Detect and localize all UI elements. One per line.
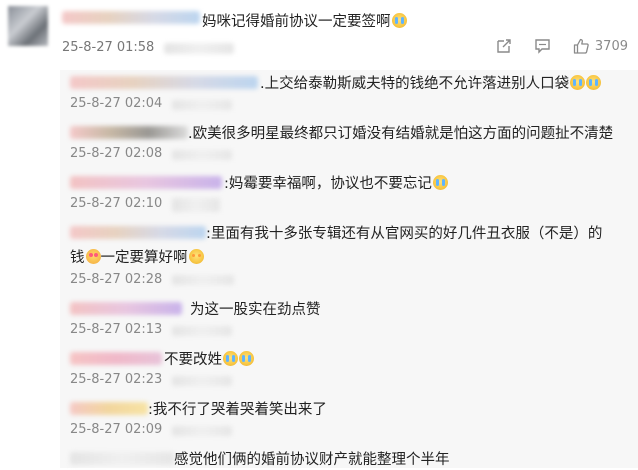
crying-emoji-icon <box>391 13 407 28</box>
share-button[interactable] <box>496 38 512 54</box>
reply-username-redacted[interactable] <box>70 352 162 365</box>
reply-item: .欧美很多明星最终都只订婚没有结婚就是怕这方面的问题扯不清楚 25-8-27 0… <box>60 120 638 161</box>
share-icon <box>497 39 511 53</box>
crying-emoji-icon <box>239 351 254 366</box>
crying-emoji-icon <box>586 75 602 90</box>
reply-username-redacted[interactable] <box>70 226 206 239</box>
reply-text: :里面有我十多张专辑还有从官网买的好几件丑衣服（不是）的 <box>206 226 603 242</box>
reply-username-redacted[interactable] <box>70 402 148 415</box>
reply-timestamp: 25-8-27 02:10 <box>70 196 163 211</box>
reply-text: .上交给泰勒斯威夫特的钱绝不允许落进别人口袋 <box>260 72 602 93</box>
source-redacted <box>172 150 232 160</box>
reply-username-redacted[interactable] <box>70 126 188 139</box>
reply-list: .上交给泰勒斯威夫特的钱绝不允许落进别人口袋 25-8-27 02:04 .欧美… <box>60 70 638 468</box>
reply-text: .欧美很多明星最终都只订婚没有结婚就是怕这方面的问题扯不清楚 <box>188 126 614 142</box>
heart-eyes-emoji-icon <box>85 249 101 264</box>
crying-emoji-icon <box>570 75 586 90</box>
reply-button[interactable] <box>534 38 551 54</box>
reply-username-redacted[interactable] <box>70 452 174 465</box>
reply-username-redacted[interactable] <box>70 176 222 189</box>
reply-item: 不要改姓 25-8-27 02:23 <box>60 346 638 387</box>
like-button[interactable]: 3709 <box>573 38 628 54</box>
source-redacted <box>172 426 232 436</box>
reply-text: :妈霉要幸福啊，协议也不要忘记 <box>224 172 448 193</box>
comment-timestamp: 25-8-27 01:58 <box>62 40 155 55</box>
reply-timestamp: 25-8-27 02:23 <box>70 372 163 387</box>
reply-text: 不要改姓 <box>164 348 254 369</box>
reply-timestamp: 25-8-27 02:28 <box>70 272 163 287</box>
reply-text-continued: 钱一定要算好啊 <box>70 246 204 267</box>
source-redacted <box>164 43 234 54</box>
reply-item: :妈霉要幸福啊，协议也不要忘记 25-8-27 02:10 <box>60 170 638 212</box>
cheer-emoji-icon <box>188 249 204 264</box>
source-redacted <box>172 198 220 212</box>
reply-item: 感觉他们俩的婚前协议财产就能整理个半年 <box>60 446 638 470</box>
reply-timestamp: 25-8-27 02:09 <box>70 422 163 437</box>
reply-item: 为这一股实在劲点赞 25-8-27 02:13 <box>60 296 638 337</box>
comment-text: 妈咪记得婚前协议一定要签啊 <box>202 10 407 31</box>
crying-emoji-icon <box>223 351 238 366</box>
reply-text: 为这一股实在劲点赞 <box>190 302 321 318</box>
source-redacted <box>172 275 234 285</box>
username-redacted[interactable] <box>62 11 200 24</box>
source-redacted <box>172 326 232 336</box>
source-redacted <box>172 376 232 386</box>
reply-timestamp: 25-8-27 02:08 <box>70 146 163 161</box>
user-avatar[interactable] <box>8 6 48 46</box>
reply-timestamp: 25-8-27 02:04 <box>70 96 163 111</box>
reply-timestamp: 25-8-27 02:13 <box>70 322 163 337</box>
reply-item: :我不行了哭着哭着笑出来了 25-8-27 02:09 <box>60 396 638 437</box>
like-icon <box>573 38 589 54</box>
comment-actions: 3709 <box>496 38 628 54</box>
source-redacted <box>172 100 232 110</box>
reply-item: :里面有我十多张专辑还有从官网买的好几件丑衣服（不是）的 钱一定要算好啊 25-… <box>60 220 638 287</box>
reply-text: :我不行了哭着哭着笑出来了 <box>148 402 327 418</box>
like-count: 3709 <box>594 38 628 54</box>
reply-username-redacted[interactable] <box>70 302 182 315</box>
comment-icon <box>535 39 550 54</box>
reply-text: 感觉他们俩的婚前协议财产就能整理个半年 <box>174 452 450 468</box>
reply-username-redacted[interactable] <box>70 76 258 89</box>
reply-item: .上交给泰勒斯威夫特的钱绝不允许落进别人口袋 25-8-27 02:04 <box>60 70 638 111</box>
crying-emoji-icon <box>432 175 448 190</box>
